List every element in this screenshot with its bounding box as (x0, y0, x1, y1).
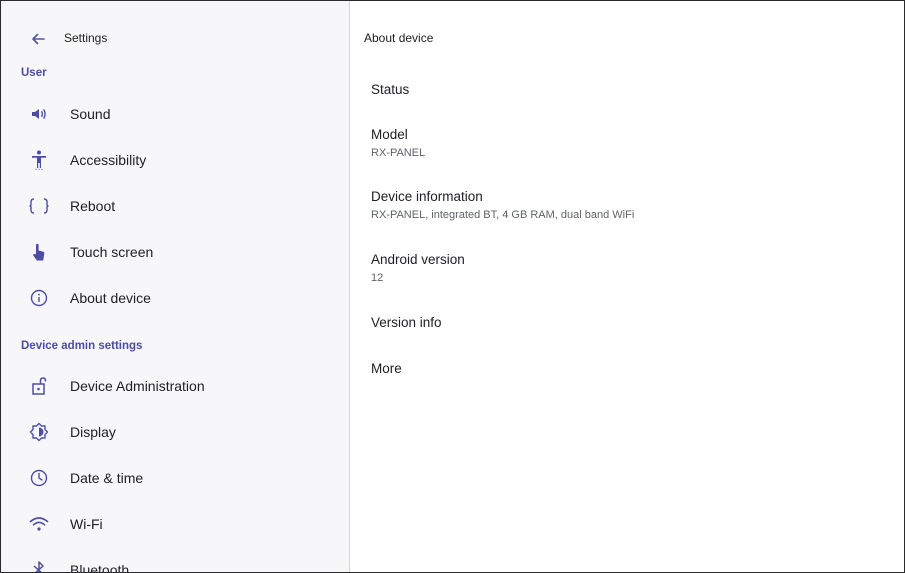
pref-android-version[interactable]: Android version 12 (350, 252, 904, 292)
nav-item-wifi[interactable]: Wi-Fi (1, 501, 349, 547)
info-icon (27, 286, 51, 310)
bluetooth-icon (27, 558, 51, 572)
section-header-user: User (21, 67, 47, 79)
settings-nav-pane: Settings User Sound Accessibility Reboot… (1, 1, 350, 572)
pref-title: Status (371, 82, 410, 97)
lock-open-icon (27, 374, 51, 398)
pref-title: Model (371, 127, 408, 142)
nav-item-label: Bluetooth (70, 562, 130, 572)
nav-item-label: About device (70, 290, 151, 306)
nav-item-bluetooth[interactable]: Bluetooth (1, 547, 349, 572)
volume-icon (27, 102, 51, 126)
nav-item-about-device[interactable]: About device (1, 275, 349, 321)
accessibility-icon (27, 148, 51, 172)
nav-item-label: Touch screen (70, 244, 154, 260)
nav-item-date-time[interactable]: Date & time (1, 455, 349, 501)
pref-title: Android version (371, 252, 465, 267)
section-header-device-admin: Device admin settings (21, 340, 143, 352)
nav-item-label: Sound (70, 106, 111, 122)
detail-title: About device (364, 31, 434, 45)
pref-summary: 12 (371, 272, 384, 284)
nav-item-label: Wi-Fi (70, 516, 103, 532)
clock-icon (27, 466, 51, 490)
pref-title: More (371, 361, 402, 376)
nav-item-label: Accessibility (70, 152, 147, 168)
nav-item-accessibility[interactable]: Accessibility (1, 137, 349, 183)
pref-model[interactable]: Model RX-PANEL (350, 127, 904, 167)
pref-summary: RX-PANEL, integrated BT, 4 GB RAM, dual … (371, 209, 635, 221)
nav-item-label: Device Administration (70, 378, 205, 394)
nav-item-label: Date & time (70, 470, 144, 486)
back-button[interactable] (26, 27, 50, 51)
pref-more[interactable]: More (350, 361, 904, 391)
nav-item-label: Display (70, 424, 116, 440)
pref-status[interactable]: Status (350, 82, 904, 112)
brightness-icon (27, 420, 51, 444)
pref-title: Version info (371, 315, 442, 330)
nav-header-title: Settings (64, 31, 108, 45)
pref-summary: RX-PANEL (371, 147, 426, 159)
back-arrow-icon (32, 33, 45, 45)
detail-pane: About device Status Model RX-PANEL Devic… (350, 1, 904, 572)
wifi-icon (27, 512, 51, 536)
nav-item-reboot[interactable]: Reboot (1, 183, 349, 229)
nav-item-label: Reboot (70, 198, 116, 214)
pref-version-info[interactable]: Version info (350, 315, 904, 345)
braces-icon (27, 194, 51, 218)
settings-window: Settings User Sound Accessibility Reboot… (0, 0, 905, 573)
nav-item-touch-screen[interactable]: Touch screen (1, 229, 349, 275)
nav-item-sound[interactable]: Sound (1, 91, 349, 137)
pref-device-information[interactable]: Device information RX-PANEL, integrated … (350, 189, 904, 229)
touch-icon (27, 240, 51, 264)
nav-item-display[interactable]: Display (1, 409, 349, 455)
pref-title: Device information (371, 189, 483, 204)
nav-item-device-administration[interactable]: Device Administration (1, 363, 349, 409)
nav-header: Settings (1, 21, 349, 57)
